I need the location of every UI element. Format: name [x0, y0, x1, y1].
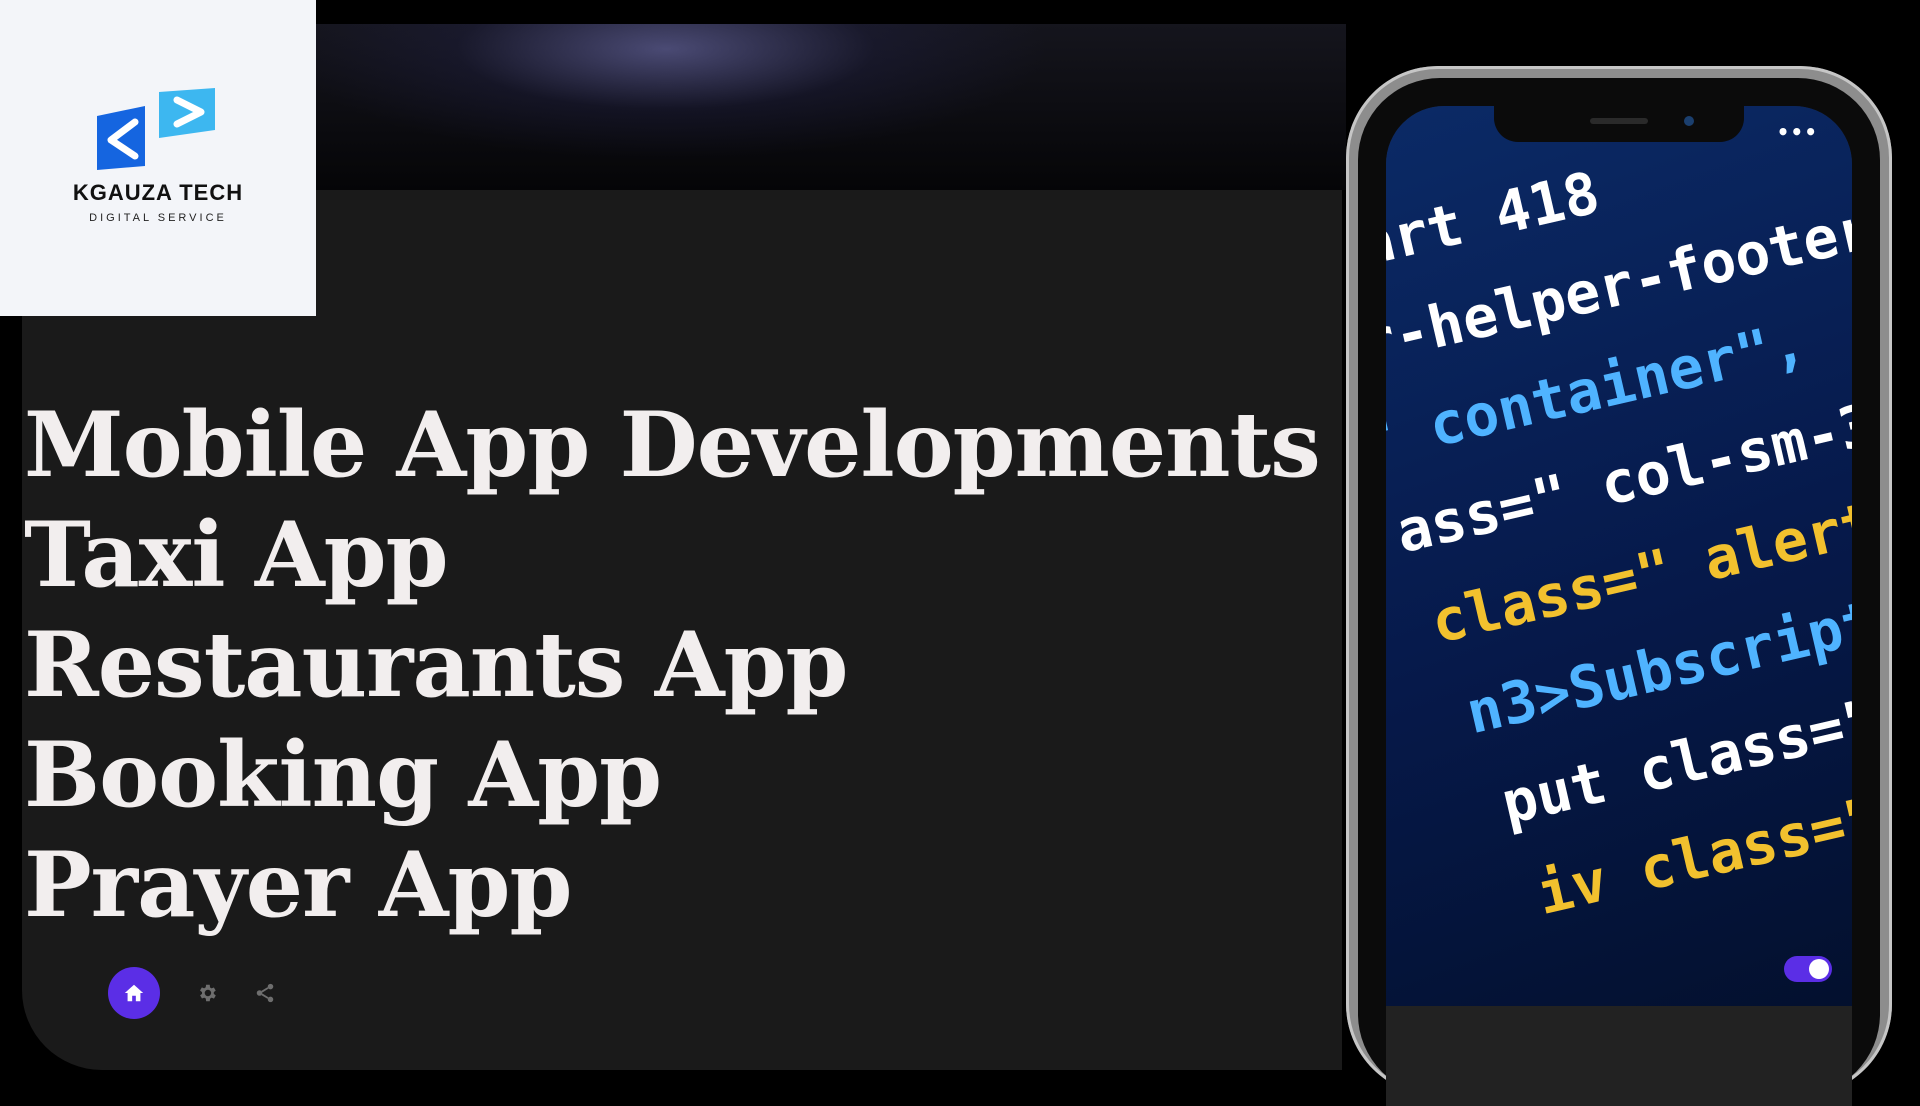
phone-notch	[1494, 106, 1744, 142]
share-icon	[256, 983, 274, 1003]
phone-bezel: start 418 er-helper-footer " container", as…	[1358, 78, 1880, 1106]
headline-line-restaurants: Restaurants App	[24, 612, 848, 718]
brand-name: KGAUZA TECH	[72, 180, 244, 205]
phone-screen: start 418 er-helper-footer " container", as…	[1386, 106, 1852, 1106]
headline-list: Mobile App Developments Taxi App Restaur…	[24, 390, 1321, 940]
code-image: start 418 er-helper-footer " container", as…	[1386, 106, 1852, 1006]
headline-line-taxi: Taxi App	[24, 502, 449, 608]
phone-mockup: start 418 er-helper-footer " container", as…	[1346, 66, 1892, 1106]
home-button[interactable]	[108, 967, 160, 1019]
code-brackets-icon	[97, 88, 219, 170]
share-button[interactable]	[254, 982, 276, 1004]
home-icon	[124, 984, 144, 1002]
code-lines-group: start 418er-helper-footer" container",as…	[1386, 158, 1852, 928]
headline-line-mobile: Mobile App Developments	[24, 392, 1321, 498]
speaker-grille	[1590, 118, 1648, 124]
top-glow-band	[316, 24, 1346, 190]
headline-line-prayer: Prayer App	[24, 832, 572, 938]
bottom-nav	[108, 967, 276, 1019]
gear-icon	[200, 984, 216, 1002]
code-lines: start 418er-helper-footer" container",as…	[1386, 158, 1852, 928]
settings-button[interactable]	[196, 982, 218, 1004]
headline-line-booking: Booking App	[24, 722, 662, 828]
toggle-switch[interactable]	[1784, 956, 1832, 982]
logo-box: KGAUZA TECH DIGITAL SERVICE	[0, 0, 316, 316]
screen-bottom-bar	[1386, 1006, 1852, 1106]
camera-icon	[1684, 116, 1694, 126]
brand-tagline: DIGITAL SERVICE	[89, 212, 227, 224]
more-options-icon[interactable]: •••	[1777, 120, 1818, 144]
